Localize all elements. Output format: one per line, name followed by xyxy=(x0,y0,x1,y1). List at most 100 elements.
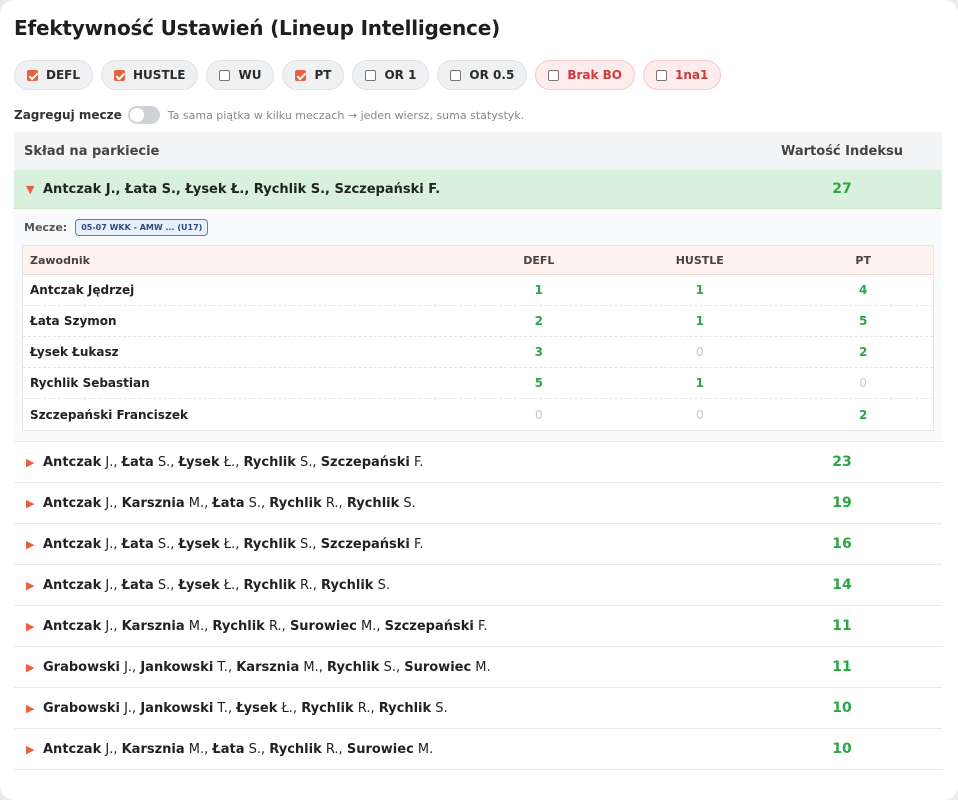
player-surname: Szczepański xyxy=(320,536,410,552)
player-surname: Rychlik xyxy=(269,741,322,757)
expand-arrow-icon[interactable]: ▶ xyxy=(14,538,43,551)
player-surname: Rychlik xyxy=(243,577,296,593)
player-surname: Łata xyxy=(212,741,245,757)
lineup-row[interactable]: ▶ Antczak J., Łata S., Łysek Ł., Rychlik … xyxy=(14,442,942,483)
filter-label: WU xyxy=(238,68,262,82)
filter-checkbox[interactable] xyxy=(450,69,462,81)
filter-chip-1na1[interactable]: 1na1 xyxy=(642,60,722,90)
player-surname: Łata xyxy=(212,495,245,511)
index-value: 11 xyxy=(832,618,852,634)
filter-chip-or-1[interactable]: OR 1 xyxy=(352,60,430,90)
matches-line: Mecze: 05-07 WKK - AMW ... (U17) xyxy=(22,209,934,245)
filter-checkbox[interactable] xyxy=(114,69,126,81)
col-player: Zawodnik xyxy=(30,253,90,267)
player-surname: Łysek xyxy=(178,577,220,593)
filter-label: OR 1 xyxy=(384,68,417,82)
defl-value: 2 xyxy=(534,314,543,328)
aggregate-hint: Ta sama piątka w kilku meczach → jeden w… xyxy=(167,108,525,122)
expand-arrow-icon[interactable]: ▶ xyxy=(14,702,43,715)
index-value: 23 xyxy=(832,454,852,470)
match-badge[interactable]: 05-07 WKK - AMW ... (U17) xyxy=(75,218,209,236)
filter-chip-or-0-5[interactable]: OR 0.5 xyxy=(437,60,528,90)
player-surname: Antczak xyxy=(43,577,102,593)
player-surname: Łysek xyxy=(178,536,220,552)
player-name: Łysek Łukasz xyxy=(30,345,119,359)
lineup-row[interactable]: ▶ Antczak J., Karsznia M., Rychlik R., Su… xyxy=(14,606,942,647)
hustle-value: 0 xyxy=(695,345,704,359)
index-value: 10 xyxy=(832,741,852,757)
defl-value: 0 xyxy=(534,407,543,422)
player-row: Antczak Jędrzej 1 1 4 xyxy=(23,275,933,306)
player-surname: Jankowski xyxy=(140,659,214,675)
lineup-row[interactable]: ▶ Antczak J., Łata S., Łysek Ł., Rychlik … xyxy=(14,524,942,565)
pt-value: 2 xyxy=(859,345,868,359)
player-surname: Łata xyxy=(121,577,154,593)
player-surname: Rychlik xyxy=(327,659,380,675)
lineup-names: Antczak J., Łata S., Łysek Ł., Rychlik R… xyxy=(43,577,390,593)
player-surname: Szczepański xyxy=(320,454,410,470)
pt-value: 2 xyxy=(859,407,868,422)
filter-checkbox[interactable] xyxy=(655,69,667,81)
table-header: Skład na parkiecie Wartość Indeksu xyxy=(14,132,942,170)
expand-arrow-icon[interactable]: ▶ xyxy=(14,661,43,674)
player-name: Łata Szymon xyxy=(30,314,117,328)
filter-chip-hustle[interactable]: HUSTLE xyxy=(101,60,199,90)
player-surname: Łysek xyxy=(178,454,220,470)
aggregate-label: Zagreguj mecze xyxy=(14,108,122,122)
col-value-header: Wartość Indeksu xyxy=(780,143,904,159)
filter-label: DEFL xyxy=(46,68,81,82)
filter-chip-wu[interactable]: WU xyxy=(206,60,275,90)
index-value: 27 xyxy=(832,181,852,197)
page-title: Efektywność Ustawień (Lineup Intelligenc… xyxy=(14,16,501,40)
aggregate-toggle[interactable] xyxy=(127,106,160,124)
pt-value: 0 xyxy=(859,376,868,390)
player-stats-header: Zawodnik DEFL HUSTLE PT xyxy=(23,246,933,275)
player-name: Rychlik Sebastian xyxy=(30,376,150,390)
collapse-arrow-icon[interactable]: ▼ xyxy=(14,183,43,196)
lineup-row[interactable]: ▶ Antczak J., Karsznia M., Łata S., Rychl… xyxy=(14,483,942,524)
player-surname: Grabowski xyxy=(43,700,120,716)
lineup-row[interactable]: ▶ Antczak J., Karsznia M., Łata S., Rychl… xyxy=(14,729,942,770)
player-surname: Szczepański xyxy=(384,618,474,634)
player-stats-table: Zawodnik DEFL HUSTLE PT Antczak Jędrzej 1… xyxy=(22,245,934,431)
expand-arrow-icon[interactable]: ▶ xyxy=(14,620,43,633)
player-row: Szczepański Franciszek 0 0 2 xyxy=(23,399,933,430)
lineup-row-expanded[interactable]: ▼ Antczak J., Łata S., Łysek Ł., Rychlik… xyxy=(14,170,942,209)
expand-arrow-icon[interactable]: ▶ xyxy=(14,456,43,469)
col-pt: PT xyxy=(855,253,871,267)
index-value: 11 xyxy=(832,659,852,675)
hustle-value: 0 xyxy=(695,407,704,422)
lineup-row[interactable]: ▶ Grabowski J., Jankowski T., Karsznia M.… xyxy=(14,647,942,688)
expand-arrow-icon[interactable]: ▶ xyxy=(14,743,43,756)
lineup-row[interactable]: ▶ Antczak J., Łata S., Łysek Ł., Rychlik … xyxy=(14,565,942,606)
lineup-card: Efektywność Ustawień (Lineup Intelligenc… xyxy=(0,0,958,800)
player-surname: Karsznia xyxy=(236,659,300,675)
filter-chip-pt[interactable]: PT xyxy=(282,60,345,90)
lineup-names: Antczak J., Łata S., Łysek Ł., Rychlik S… xyxy=(43,536,424,552)
lineup-table: Skład na parkiecie Wartość Indeksu ▼ Ant… xyxy=(14,132,942,770)
filter-checkbox[interactable] xyxy=(295,69,307,81)
lineup-names: Antczak J., Łata S., Łysek Ł., Rychlik S… xyxy=(43,181,441,197)
lineup-names: Antczak J., Karsznia M., Łata S., Rychli… xyxy=(43,495,416,511)
filter-checkbox[interactable] xyxy=(27,69,38,81)
filter-label: Brak BO xyxy=(567,68,622,82)
lineup-detail: Mecze: 05-07 WKK - AMW ... (U17) Zawodni… xyxy=(14,209,942,442)
filter-chip-defl[interactable]: DEFL xyxy=(14,60,94,90)
lineup-row[interactable]: ▶ Grabowski J., Jankowski T., Łysek Ł., R… xyxy=(14,688,942,729)
expand-arrow-icon[interactable]: ▶ xyxy=(14,497,43,510)
filter-checkbox[interactable] xyxy=(219,69,231,81)
player-surname: Antczak xyxy=(43,618,102,634)
lineup-names: Antczak J., Łata S., Łysek Ł., Rychlik S… xyxy=(43,454,424,470)
filter-checkbox[interactable] xyxy=(548,69,560,81)
lineup-rows: ▶ Antczak J., Łata S., Łysek Ł., Rychlik … xyxy=(14,442,942,770)
filter-chip-brak-bo[interactable]: Brak BO xyxy=(535,60,635,90)
player-surname: Karsznia xyxy=(121,618,185,634)
expand-arrow-icon[interactable]: ▶ xyxy=(14,579,43,592)
player-surname: Surowiec xyxy=(346,741,414,757)
filter-label: PT xyxy=(314,68,332,82)
filter-checkbox[interactable] xyxy=(365,69,377,81)
pt-value: 4 xyxy=(859,283,868,297)
player-surname: Karsznia xyxy=(121,495,185,511)
player-surname: Surowiec xyxy=(404,659,472,675)
lineup-names: Grabowski J., Jankowski T., Łysek Ł., Ry… xyxy=(43,700,448,716)
